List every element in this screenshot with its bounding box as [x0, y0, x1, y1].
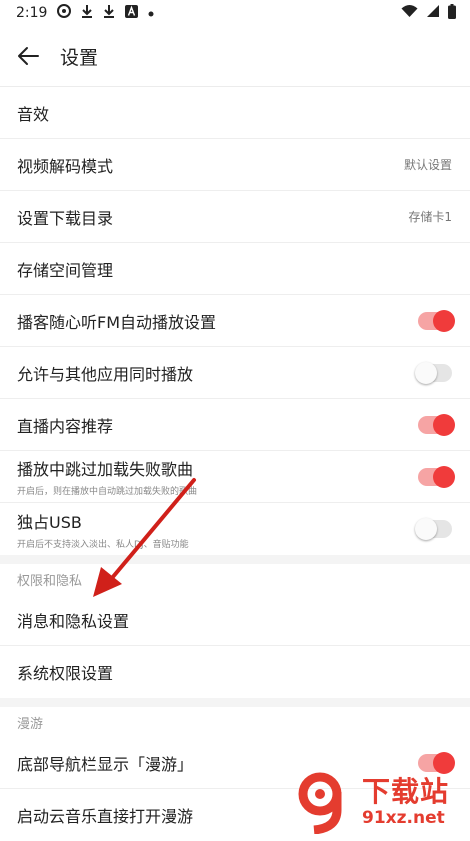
skip-failed-toggle[interactable] [418, 465, 455, 488]
setting-label: 视频解码模式 [17, 156, 114, 176]
setting-label: 直播内容推荐 [17, 416, 114, 436]
setting-sound-effect[interactable]: 音效 [0, 87, 470, 139]
setting-label: 存储空间管理 [17, 260, 114, 280]
setting-label: 启动云音乐直接打开漫游 [17, 807, 194, 826]
a-icon [125, 4, 139, 22]
toggle-knob [415, 361, 437, 384]
setting-subtitle: 开启后，则在播放中自动跳过加载失败的歌曲 [17, 487, 198, 497]
setting-label: 允许与其他应用同时播放 [17, 364, 194, 384]
setting-live-recommend: 直播内容推荐 [0, 399, 470, 451]
watermark-en: 91xz.net [362, 807, 445, 828]
back-button[interactable] [16, 43, 42, 69]
setting-value: 存储卡1 [408, 210, 452, 224]
section-header-privacy: 权限和隐私 [17, 573, 83, 589]
toggle-knob [415, 518, 437, 540]
watermark-cn: 下载站 [362, 774, 450, 808]
setting-exclusive-usb: 独占USB 开启后不支持淡入淡出、私人DJ、音贴功能 [0, 503, 470, 555]
setting-label: 消息和隐私设置 [17, 611, 130, 631]
watermark-mark-icon [294, 770, 358, 835]
setting-message-privacy[interactable]: 消息和隐私设置 [0, 594, 470, 646]
section-divider [0, 555, 470, 564]
battery-icon [448, 3, 456, 23]
page-title: 设置 [60, 46, 99, 69]
download-icon [81, 4, 93, 22]
download-icon [103, 4, 115, 22]
setting-label: 系统权限设置 [17, 664, 114, 683]
signal-icon [426, 4, 440, 22]
section-header-roam: 漫游 [17, 716, 44, 732]
setting-skip-failed: 播放中跳过加载失败歌曲 开启后，则在播放中自动跳过加载失败的歌曲 [0, 451, 470, 503]
netease-icon [57, 4, 72, 22]
podcast-fm-toggle[interactable] [418, 309, 455, 332]
setting-label: 音效 [17, 104, 50, 124]
setting-mix-playback: 允许与其他应用同时播放 [0, 347, 470, 399]
setting-video-decode[interactable]: 视频解码模式 默认设置 [0, 139, 470, 191]
setting-download-dir[interactable]: 设置下载目录 存储卡1 [0, 191, 470, 243]
section-divider [0, 698, 470, 707]
live-recommend-toggle[interactable] [418, 413, 455, 436]
setting-label: 播客随心听FM自动播放设置 [17, 312, 217, 332]
mix-playback-toggle[interactable] [415, 361, 452, 384]
toggle-knob [433, 413, 455, 436]
setting-label: 设置下载目录 [17, 208, 114, 228]
setting-label: 底部导航栏显示「漫游」 [17, 754, 194, 774]
setting-podcast-fm-autoplay: 播客随心听FM自动播放设置 [0, 295, 470, 347]
status-bar: 2:19 [0, 0, 470, 26]
setting-system-permission[interactable]: 系统权限设置 [0, 646, 470, 698]
exclusive-usb-toggle[interactable] [415, 518, 452, 540]
status-time: 2:19 [16, 5, 48, 21]
arrow-left-icon [18, 47, 39, 65]
toggle-knob [433, 309, 455, 332]
watermark-logo: 下载站 91xz.net [294, 767, 470, 837]
setting-subtitle: 开启后不支持淡入淡出、私人DJ、音贴功能 [17, 539, 189, 550]
setting-label: 播放中跳过加载失败歌曲 [17, 460, 194, 479]
settings-list: 音效 视频解码模式 默认设置 设置下载目录 存储卡1 存储空间管理 播客随心听F… [0, 87, 470, 555]
wifi-icon [401, 4, 418, 22]
setting-storage-manage[interactable]: 存储空间管理 [0, 243, 470, 295]
setting-label: 独占USB [17, 512, 82, 532]
setting-value: 默认设置 [403, 158, 452, 172]
toggle-knob [433, 465, 455, 488]
app-bar: 设置 [0, 26, 470, 87]
dot-icon [148, 5, 154, 21]
